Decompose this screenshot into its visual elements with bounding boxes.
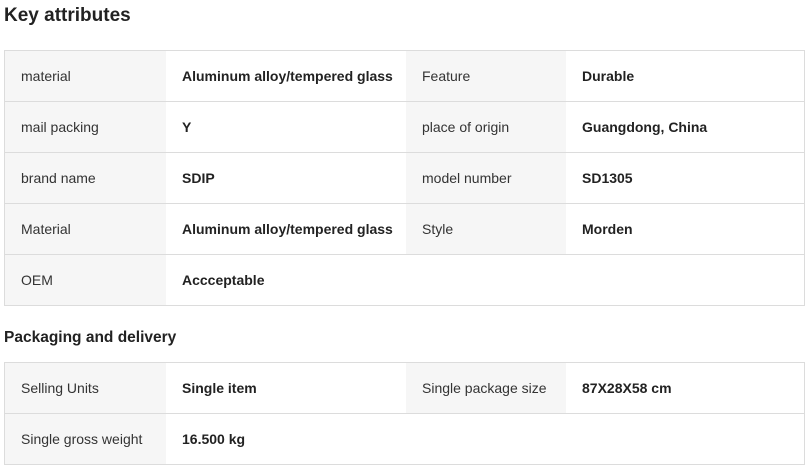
attribute-label: Single package size [406, 363, 566, 413]
attribute-label: brand name [5, 153, 166, 203]
table-row: OEM Accceptable [5, 254, 804, 305]
attribute-value: Single item [166, 363, 406, 413]
attribute-label: model number [406, 153, 566, 203]
attribute-label: Material [5, 204, 166, 254]
empty-cell [406, 414, 566, 464]
attribute-label: mail packing [5, 102, 166, 152]
attribute-label: OEM [5, 255, 166, 305]
packaging-table: Selling Units Single item Single package… [4, 362, 805, 465]
attribute-label: Feature [406, 51, 566, 101]
attribute-value: 16.500 kg [166, 414, 406, 464]
attribute-value: SD1305 [566, 153, 804, 203]
empty-cell [566, 414, 804, 464]
attribute-label: place of origin [406, 102, 566, 152]
attribute-value: Aluminum alloy/tempered glass [166, 204, 406, 254]
table-row: Single gross weight 16.500 kg [5, 413, 804, 464]
attribute-label: Style [406, 204, 566, 254]
attribute-value: Aluminum alloy/tempered glass [166, 51, 406, 101]
empty-cell [406, 255, 566, 305]
attribute-value: SDIP [166, 153, 406, 203]
attribute-label: Single gross weight [5, 414, 166, 464]
attribute-value: 87X28X58 cm [566, 363, 804, 413]
table-row: Selling Units Single item Single package… [5, 363, 804, 413]
table-row: brand name SDIP model number SD1305 [5, 152, 804, 203]
attribute-value: Y [166, 102, 406, 152]
table-row: Material Aluminum alloy/tempered glass S… [5, 203, 804, 254]
empty-cell [566, 255, 804, 305]
key-attributes-title: Key attributes [4, 5, 131, 26]
attribute-label: Selling Units [5, 363, 166, 413]
attribute-value: Morden [566, 204, 804, 254]
table-row: mail packing Y place of origin Guangdong… [5, 101, 804, 152]
attribute-label: material [5, 51, 166, 101]
table-row: material Aluminum alloy/tempered glass F… [5, 51, 804, 101]
attribute-value: Durable [566, 51, 804, 101]
key-attributes-table: material Aluminum alloy/tempered glass F… [4, 50, 805, 306]
packaging-title: Packaging and delivery [4, 329, 177, 346]
attribute-value: Accceptable [166, 255, 406, 305]
attribute-value: Guangdong, China [566, 102, 804, 152]
